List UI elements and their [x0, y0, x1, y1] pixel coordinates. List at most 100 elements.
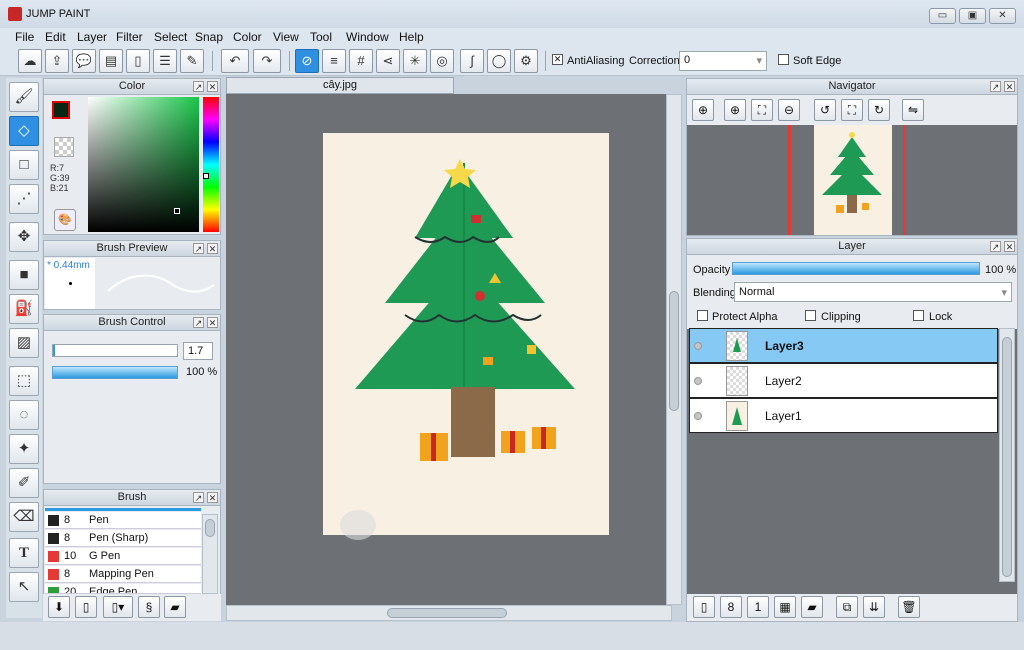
transparent-color-swatch[interactable]	[54, 137, 74, 157]
ellipse-snap-icon[interactable]: ◯	[487, 49, 511, 73]
cloud-icon[interactable]: ☁	[18, 49, 42, 73]
rectangle-icon[interactable]: □	[9, 150, 39, 180]
document-tab[interactable]: cây.jpg	[226, 77, 454, 94]
popout-icon[interactable]: ↗	[193, 317, 204, 328]
menu-help[interactable]: Help	[399, 30, 424, 44]
curve-snap-icon[interactable]: ∫	[460, 49, 484, 73]
new-brush-icon[interactable]: ▯	[75, 596, 97, 618]
menu-edit[interactable]: Edit	[45, 30, 66, 44]
hue-slider-handle[interactable]	[203, 173, 209, 179]
list-icon[interactable]: ☰	[153, 49, 177, 73]
layer-visibility-toggle[interactable]	[694, 412, 702, 420]
brush-folder-icon[interactable]: ▰	[164, 596, 186, 618]
bucket-icon[interactable]: ⛽	[9, 294, 39, 324]
lock-checkbox[interactable]	[913, 310, 924, 321]
hue-slider[interactable]	[203, 97, 219, 232]
close-icon[interactable]: ✕	[1004, 241, 1015, 252]
soft-edge-checkbox[interactable]	[778, 54, 789, 65]
fill-rect-icon[interactable]: ■	[9, 260, 39, 290]
share-icon[interactable]: ⇪	[45, 49, 69, 73]
brush-download-icon[interactable]: ⬇	[48, 596, 70, 618]
menu-color[interactable]: Color	[233, 30, 262, 44]
parallel-snap-icon[interactable]: ≡	[322, 49, 346, 73]
canvas-hscroll-thumb[interactable]	[387, 608, 507, 618]
magic-wand-icon[interactable]: ✦	[9, 434, 39, 464]
foreground-color-swatch[interactable]	[52, 101, 70, 119]
layer-visibility-toggle[interactable]	[694, 377, 702, 385]
gradient-icon[interactable]: ▨	[9, 328, 39, 358]
layer-opacity-slider[interactable]	[732, 262, 980, 275]
edit-doc-icon[interactable]: ✎	[180, 49, 204, 73]
brush-item-pen-sharp[interactable]: 8 Pen (Sharp)	[45, 530, 201, 547]
close-icon[interactable]: ✕	[207, 492, 218, 503]
brush-item-pen[interactable]: 8 Pen	[45, 512, 201, 529]
move-icon[interactable]: ✥	[9, 222, 39, 252]
layer-row-layer3[interactable]: Layer3	[689, 328, 998, 363]
brush-opacity-slider[interactable]	[52, 366, 178, 379]
layer-row-layer1[interactable]: Layer1	[689, 398, 998, 433]
popout-icon[interactable]: ↗	[990, 81, 1001, 92]
brush-menu-icon[interactable]: ▯▾	[103, 596, 133, 618]
brush-list-scroll-thumb[interactable]	[205, 519, 215, 537]
popout-icon[interactable]: ↗	[193, 492, 204, 503]
perspective-snap-icon[interactable]: ⋖	[376, 49, 400, 73]
flip-horizontal-icon[interactable]: ⇋	[902, 99, 924, 121]
clipping-checkbox[interactable]	[805, 310, 816, 321]
new-folder-icon[interactable]: ▰	[801, 596, 823, 618]
layer-row-layer2[interactable]: Layer2	[689, 363, 998, 398]
layer-visibility-toggle[interactable]	[694, 342, 702, 350]
close-icon[interactable]: ✕	[207, 317, 218, 328]
comment-icon[interactable]: 💬	[72, 49, 96, 73]
speech-icon[interactable]: ▤	[99, 49, 123, 73]
menu-snap[interactable]: Snap	[195, 30, 223, 44]
rotate-left-icon[interactable]: ↺	[814, 99, 836, 121]
layer-list-scrollbar[interactable]	[999, 328, 1015, 582]
restore-button[interactable]: ▣	[959, 8, 986, 24]
eraser-icon[interactable]: ◇	[9, 116, 39, 146]
brush-size-slider[interactable]	[52, 344, 178, 357]
brush-icon[interactable]: 🖌	[9, 82, 39, 112]
select-pen-icon[interactable]: ✐	[9, 468, 39, 498]
new-1bit-layer-icon[interactable]: 1	[747, 596, 769, 618]
duplicate-layer-icon[interactable]: ⧉	[836, 596, 858, 618]
menu-select[interactable]: Select	[154, 30, 187, 44]
close-icon[interactable]: ✕	[207, 81, 218, 92]
page-icon[interactable]: ▯	[126, 49, 150, 73]
canvas-horizontal-scrollbar[interactable]	[226, 605, 672, 621]
merge-layer-icon[interactable]: ⇊	[863, 596, 885, 618]
zoom-in-icon[interactable]: ⊕	[724, 99, 746, 121]
brush-settings-icon[interactable]: §	[138, 596, 160, 618]
protect-alpha-checkbox[interactable]	[697, 310, 708, 321]
new-layer-icon[interactable]: ▯	[693, 596, 715, 618]
fit-screen-icon[interactable]: ⛶	[751, 99, 773, 121]
grid-snap-icon[interactable]: #	[349, 49, 373, 73]
brush-item-edge-pen[interactable]: 20 Edge Pen	[45, 584, 201, 594]
undo-icon[interactable]: ↶	[221, 49, 249, 73]
popout-icon[interactable]: ↗	[193, 243, 204, 254]
delete-layer-icon[interactable]: 🗑	[898, 596, 920, 618]
layer-list-scroll-thumb[interactable]	[1002, 337, 1012, 577]
dot-line-icon[interactable]: ⋰	[9, 184, 39, 214]
brush-size-input[interactable]: 1.7	[183, 342, 213, 360]
new-tone-layer-icon[interactable]: ▦	[774, 596, 796, 618]
menu-filter[interactable]: Filter	[116, 30, 143, 44]
radial-snap-icon[interactable]: ✳	[403, 49, 427, 73]
popout-icon[interactable]: ↗	[193, 81, 204, 92]
circle-snap-icon[interactable]: ◎	[430, 49, 454, 73]
rotate-right-icon[interactable]: ↻	[868, 99, 890, 121]
blending-select[interactable]: Normal ▾	[734, 282, 1012, 302]
antialiasing-checkbox[interactable]: ✕	[552, 54, 563, 65]
palette-icon[interactable]: 🎨	[54, 209, 76, 231]
select-eraser-icon[interactable]: ⌫	[9, 502, 39, 532]
new-8bit-layer-icon[interactable]: 8	[720, 596, 742, 618]
canvas-paper[interactable]	[323, 133, 609, 535]
menu-window[interactable]: Window	[346, 30, 389, 44]
brush-item-g-pen[interactable]: 10 G Pen	[45, 548, 201, 565]
minimize-button[interactable]: ▭	[929, 8, 956, 24]
menu-view[interactable]: View	[273, 30, 299, 44]
canvas-vertical-scrollbar[interactable]	[666, 94, 682, 605]
zoom-out-icon[interactable]: ⊖	[778, 99, 800, 121]
zoom-actual-icon[interactable]: ⊕	[692, 99, 714, 121]
color-picker-marker[interactable]	[174, 208, 180, 214]
pointer-icon[interactable]: ↖	[9, 572, 39, 602]
